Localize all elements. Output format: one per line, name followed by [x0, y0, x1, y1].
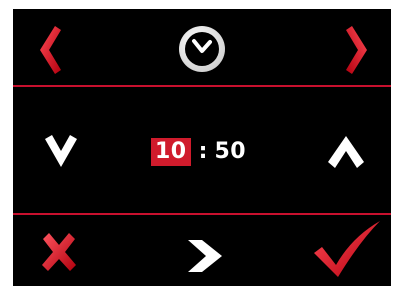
prev-screen-button[interactable] [37, 24, 63, 76]
top-divider [13, 85, 391, 87]
cancel-button[interactable] [39, 231, 79, 273]
cross-icon [39, 231, 79, 273]
next-screen-button[interactable] [344, 24, 370, 76]
next-field-button[interactable] [186, 238, 224, 274]
chevron-left-icon [37, 24, 63, 76]
clock-mode-button[interactable] [177, 24, 227, 74]
increment-button[interactable] [326, 134, 366, 170]
time-separator: : [198, 139, 208, 164]
bottom-divider [13, 213, 391, 215]
clock-icon [177, 24, 227, 74]
chevron-down-icon [43, 133, 79, 169]
checkmark-icon [312, 219, 382, 279]
time-display: 10 : 50 [151, 137, 246, 167]
chevron-up-icon [326, 134, 366, 170]
chevron-right-icon [344, 24, 370, 76]
clock-settings-screen: 10 : 50 [13, 9, 391, 286]
arrow-right-icon [186, 238, 224, 274]
confirm-button[interactable] [312, 219, 382, 279]
minutes-field[interactable]: 50 [214, 139, 246, 165]
decrement-button[interactable] [43, 133, 79, 169]
hours-field[interactable]: 10 [151, 138, 191, 166]
